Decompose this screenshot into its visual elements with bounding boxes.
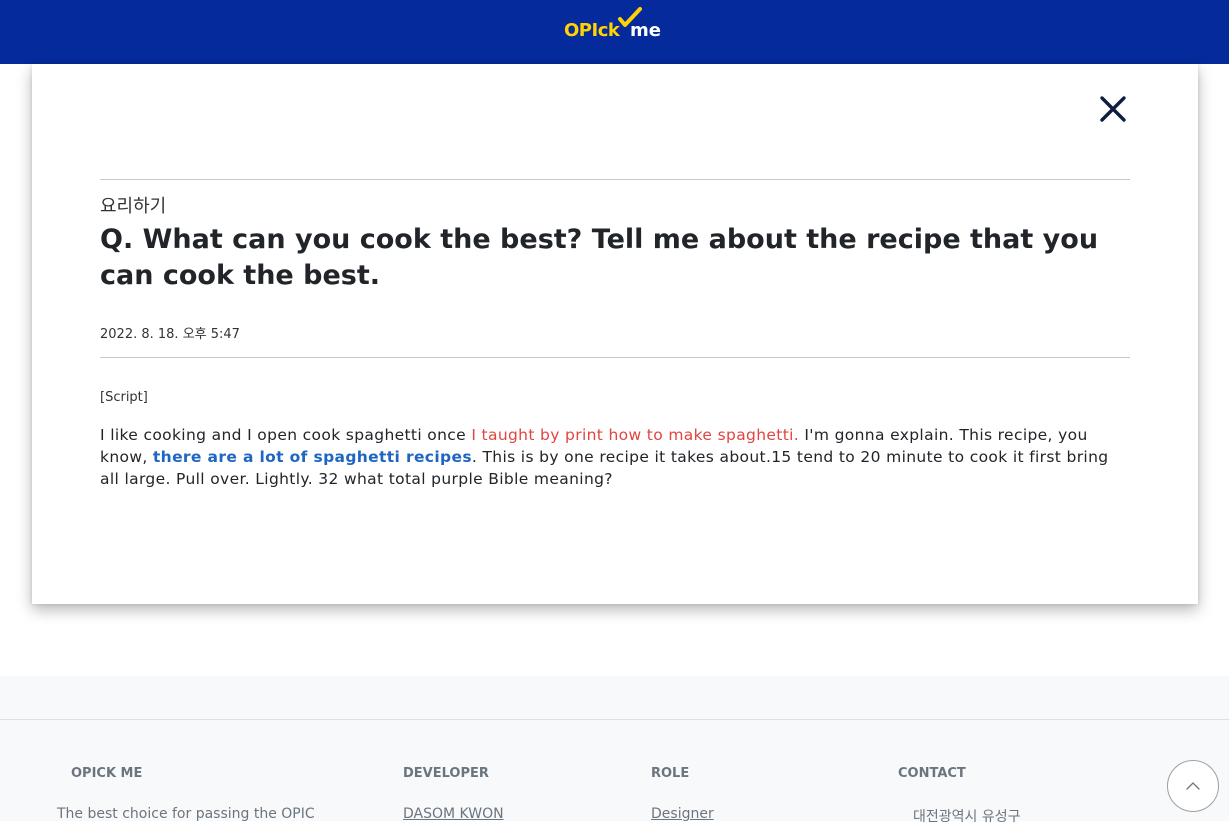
top-navbar: OPIck me	[0, 0, 1229, 64]
scroll-to-top-button[interactable]	[1167, 760, 1219, 812]
footer-role-link[interactable]: Designer	[651, 806, 714, 822]
footer-heading-role: ROLE	[651, 766, 690, 781]
footer-heading-developer: DEVELOPER	[403, 766, 489, 781]
footer-heading-contact: CONTACT	[898, 766, 966, 781]
question-modal: 요리하기 Q. What can you cook the best? Tell…	[32, 64, 1198, 604]
script-body: I like cooking and I open cook spaghetti…	[100, 424, 1130, 490]
close-button[interactable]	[1098, 94, 1128, 124]
question-category: 요리하기	[100, 196, 167, 217]
close-icon	[1100, 96, 1126, 122]
site-footer	[0, 676, 1229, 821]
script-highlight-red: I taught by print how to make spaghetti.	[471, 426, 800, 444]
question-title: Q. What can you cook the best? Tell me a…	[100, 224, 1099, 291]
script-label: [Script]	[100, 390, 148, 405]
footer-divider	[0, 719, 1229, 720]
footer-heading-opickme: OPICK ME	[71, 766, 143, 781]
footer-tagline: The best choice for passing the OPIC	[57, 806, 315, 822]
divider-top	[100, 179, 1130, 180]
logo-text: OPIck	[564, 20, 620, 41]
footer-developer-link[interactable]: DASOM KWON	[403, 806, 504, 822]
script-text: I like cooking and I open cook spaghetti…	[100, 426, 472, 444]
footer-address: 대전광역시 유성구	[913, 809, 1021, 825]
opickme-logo[interactable]: OPIck me	[564, 6, 668, 50]
divider-bottom	[100, 357, 1130, 358]
question-date: 2022. 8. 18. 오후 5:47	[100, 327, 240, 342]
script-highlight-blue: there are a lot of spaghetti recipes	[152, 448, 472, 466]
chevron-up-icon	[1186, 782, 1200, 790]
logo-suffix: me	[630, 20, 661, 41]
